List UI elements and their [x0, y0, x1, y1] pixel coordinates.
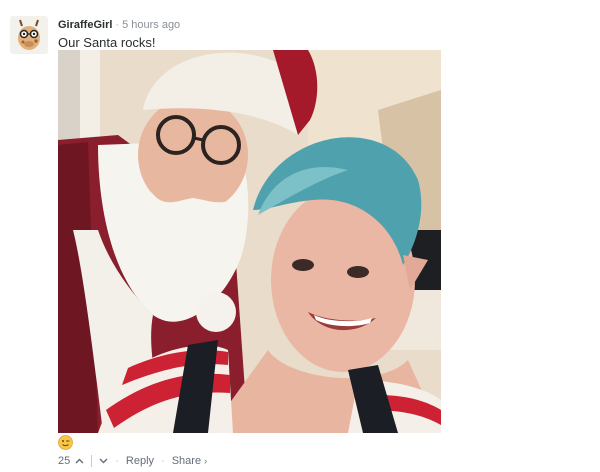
share-chevron-icon: ›: [204, 456, 208, 466]
timestamp[interactable]: 5 hours ago: [122, 19, 180, 31]
downvote-button[interactable]: [99, 458, 108, 464]
giraffe-avatar-icon: [10, 16, 48, 54]
upvote-button[interactable]: [75, 458, 84, 464]
author-name[interactable]: GiraffeGirl: [58, 19, 112, 31]
reply-button[interactable]: Reply: [126, 454, 154, 468]
vote-count: 25: [58, 455, 71, 467]
reaction-emoji: [58, 435, 73, 450]
user-avatar[interactable]: [10, 16, 48, 54]
comment-footer: 25 · Reply · Share ›: [58, 454, 207, 468]
meta-separator: ·: [115, 19, 120, 31]
vote-divider: [91, 455, 93, 467]
winking-face-icon: [58, 435, 73, 450]
santa-selfie-image: [58, 50, 441, 433]
action-separator: ·: [115, 455, 119, 467]
comment-text: Our Santa rocks!: [58, 35, 156, 50]
share-label: Share: [171, 455, 202, 467]
share-button[interactable]: Share ›: [172, 454, 207, 468]
chevron-down-icon: [99, 458, 108, 464]
comment-photo[interactable]: [58, 50, 441, 433]
comment: GiraffeGirl · 5 hours ago Our Santa rocks!: [0, 0, 600, 472]
chevron-up-icon: [75, 458, 84, 464]
comment-header: GiraffeGirl · 5 hours ago: [58, 18, 180, 32]
action-separator: ·: [161, 455, 165, 467]
